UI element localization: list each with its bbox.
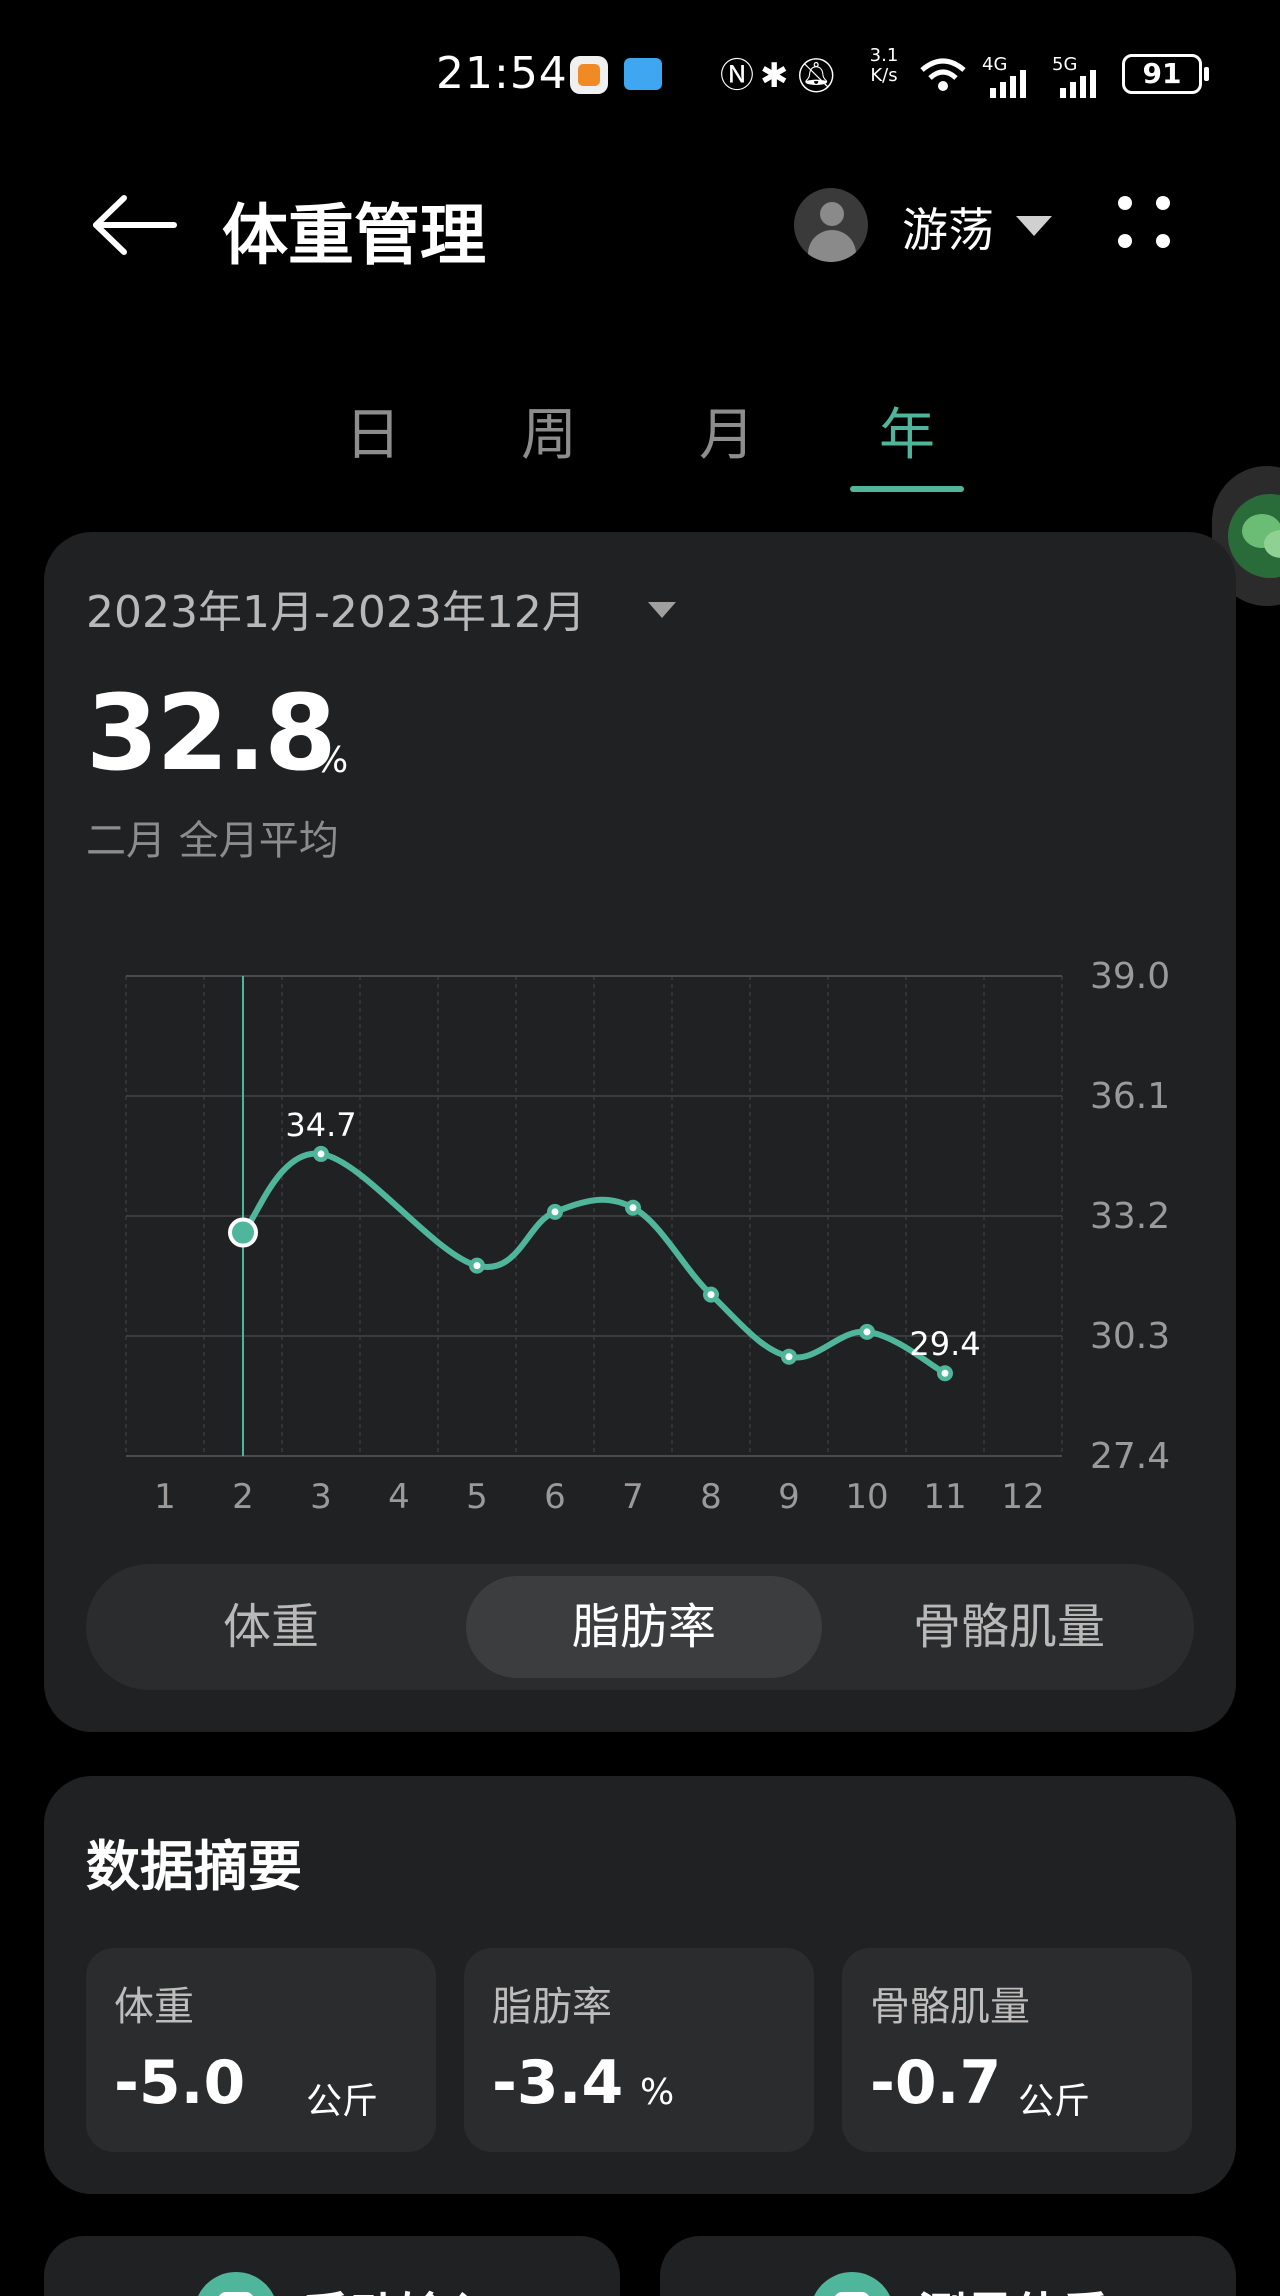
x-tick-label: 12 [1001,1477,1044,1517]
chevron-down-icon[interactable] [1016,216,1052,236]
data-point-center [629,1204,637,1212]
data-point-center [863,1328,871,1336]
net-speed: 3.1 K/s [869,45,899,86]
y-tick-label: 36.1 [1090,1076,1170,1117]
x-tick-label: 5 [466,1477,488,1517]
app-notification-icon [570,56,608,94]
data-point-center [473,1262,481,1270]
tab-week[interactable]: 周 [489,390,609,471]
more-grid-icon[interactable] [1112,190,1176,254]
metric-fat-rate[interactable]: 脂肪率 [466,1576,822,1678]
data-summary-heading: 数据摘要 [86,1835,302,1898]
y-tick-label: 30.3 [1090,1316,1170,1357]
tab-month[interactable]: 月 [667,390,787,471]
system-icons: Ⓝ✱🔕︎ [720,48,844,97]
y-tick-label: 27.4 [1090,1436,1170,1477]
metric-selector: 体重 脂肪率 骨骼肌量 [86,1564,1194,1690]
date-range-selector[interactable]: 2023年1月-2023年12月 [86,576,586,640]
back-arrow-icon[interactable] [90,190,180,260]
metric-weight[interactable]: 体重 [86,1564,456,1690]
mail-icon [624,58,662,90]
data-label: 29.4 [909,1325,980,1363]
selected-data-point [228,1217,258,1248]
wifi-icon [920,58,966,91]
page-title: 体重管理 [222,197,486,274]
y-tick-label: 33.2 [1090,1196,1170,1237]
data-point-center [551,1208,559,1216]
average-label: 二月 全月平均 [86,818,339,864]
manual-input-button[interactable]: 手动输入 [44,2236,620,2296]
status-time: 21:54 [436,48,568,99]
bluetooth-icon: ✱ [760,56,795,96]
tab-indicator [850,486,964,492]
data-point-center [785,1353,793,1361]
scale-icon [810,2272,894,2296]
status-bar: 21:54 Ⓝ✱🔕︎ 3.1 K/s 4G 5G 91 [0,40,1280,110]
x-tick-label: 2 [232,1477,254,1517]
metric-skeletal-muscle[interactable]: 骨骼肌量 [824,1564,1194,1690]
chevron-down-icon[interactable] [648,602,676,618]
x-tick-label: 6 [544,1477,566,1517]
average-value: 32.8 [86,672,337,794]
signal-4g-icon [990,70,1026,98]
data-summary-card: 数据摘要 体重 -5.0 公斤 脂肪率 -3.4 % 骨骼肌量 -0.7 公斤 [44,1776,1236,2194]
x-tick-label: 9 [778,1477,800,1517]
avatar[interactable] [794,188,868,262]
x-tick-label: 11 [923,1477,966,1517]
nfc-icon: Ⓝ [720,56,760,96]
tab-year[interactable]: 年 [847,390,967,471]
x-tick-label: 7 [622,1477,644,1517]
wechat-icon [1228,494,1280,578]
x-tick-label: 8 [700,1477,722,1517]
data-label: 34.7 [285,1106,356,1144]
x-tick-label: 10 [845,1477,888,1517]
summary-weight[interactable]: 体重 -5.0 公斤 [86,1948,436,2152]
summary-fat-rate[interactable]: 脂肪率 -3.4 % [464,1948,814,2152]
y-tick-label: 39.0 [1090,956,1170,997]
period-tabs: 日 周 月 年 [0,390,1280,492]
tab-day[interactable]: 日 [313,390,433,471]
x-tick-label: 3 [310,1477,332,1517]
fat-rate-chart[interactable]: 39.036.133.230.327.41 2 3 4 5 6 7 8 9 10 11 1234.72… [44,932,1236,1572]
battery-icon: 91 [1122,54,1209,94]
data-point-center [707,1291,715,1299]
summary-skeletal-muscle[interactable]: 骨骼肌量 -0.7 公斤 [842,1948,1192,2152]
x-tick-label: 1 [154,1477,176,1517]
mute-icon: 🔕︎ [794,56,844,96]
average-unit: % [314,740,349,781]
edit-icon [194,2272,278,2296]
signal-5g-icon [1060,70,1096,98]
data-point-center [941,1369,949,1377]
measure-weight-button[interactable]: 测量体重 [660,2236,1236,2296]
data-point-center [317,1150,325,1158]
user-name[interactable]: 游荡 [902,194,994,260]
app-header: 体重管理 游荡 [0,170,1280,280]
trend-card: 2023年1月-2023年12月 32.8 % 二月 全月平均 39.0 36.1… [44,532,1236,1732]
x-tick-label: 4 [388,1477,410,1517]
